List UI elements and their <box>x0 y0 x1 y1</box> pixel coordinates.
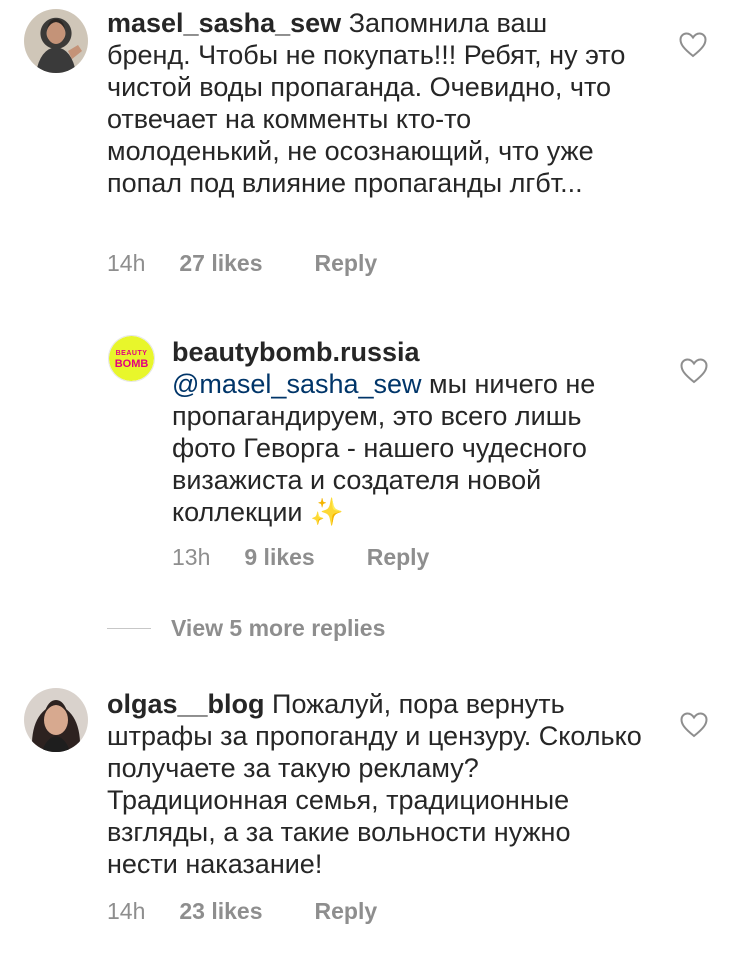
mention-link[interactable]: @masel_sasha_sew <box>172 369 422 399</box>
avatar[interactable] <box>24 688 88 752</box>
likes-count[interactable]: 23 likes <box>179 898 262 925</box>
reply-button[interactable]: Reply <box>315 250 378 277</box>
logo-line-1: BEAUTY <box>115 349 148 357</box>
reply-button[interactable]: Reply <box>315 898 378 925</box>
view-more-replies-button[interactable]: View 5 more replies <box>107 615 385 642</box>
timestamp: 14h <box>107 250 146 276</box>
comment-meta: 14h 27 likes Reply <box>107 250 377 277</box>
comment-meta: 14h 23 likes Reply <box>107 898 377 925</box>
view-more-replies-label: View 5 more replies <box>171 615 386 641</box>
user-photo-icon <box>36 19 82 73</box>
heart-outline-icon[interactable] <box>680 358 708 384</box>
comment-body: masel_sasha_sew Запомнила ваш бренд. Что… <box>107 7 627 199</box>
timestamp: 14h <box>107 898 146 924</box>
beautybomb-logo: BEAUTY BOMB <box>109 336 154 381</box>
reply-button[interactable]: Reply <box>367 544 430 571</box>
divider-line <box>107 628 151 629</box>
heart-outline-icon[interactable] <box>679 32 707 58</box>
avatar[interactable]: BEAUTY BOMB <box>108 335 155 382</box>
likes-count[interactable]: 27 likes <box>179 250 262 277</box>
comment-body: beautybomb.russia @masel_sasha_sew мы ни… <box>172 336 642 528</box>
avatar[interactable] <box>24 9 88 73</box>
timestamp: 13h <box>172 544 211 570</box>
username[interactable]: masel_sasha_sew <box>107 8 341 38</box>
heart-outline-icon[interactable] <box>680 712 708 738</box>
username[interactable]: olgas__blog <box>107 689 265 719</box>
likes-count[interactable]: 9 likes <box>244 544 314 571</box>
comment-meta: 13h 9 likes Reply <box>172 544 429 571</box>
logo-line-2: BOMB <box>114 357 149 370</box>
username[interactable]: beautybomb.russia <box>172 337 420 367</box>
user-photo-icon <box>31 700 81 752</box>
comment-body: olgas__blog Пожалуй, пора вернуть штрафы… <box>107 688 647 880</box>
sparkles-emoji: ✨ <box>310 497 344 527</box>
